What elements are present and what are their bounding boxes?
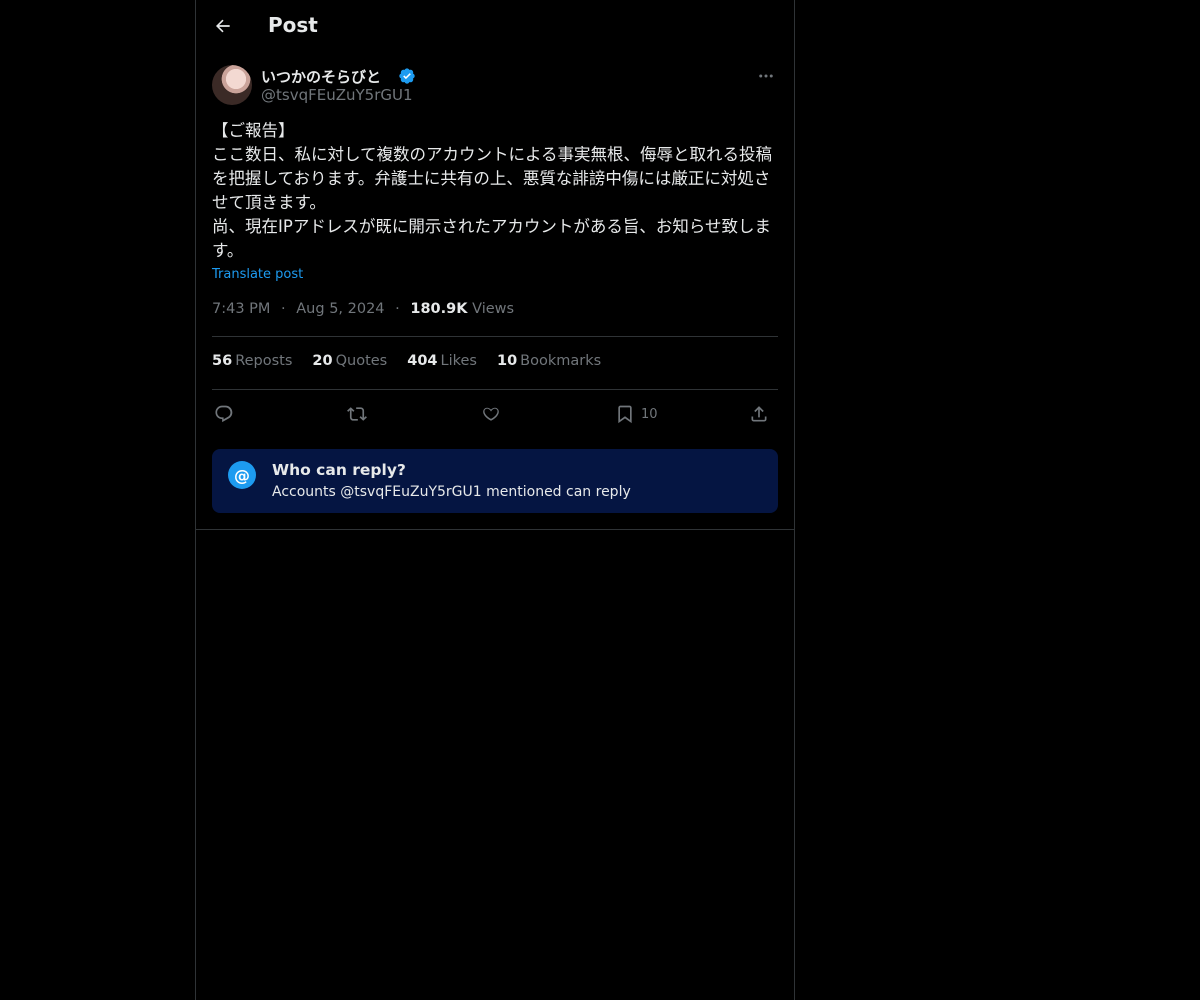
- main-column: Post いつかのそらびと @tsvqFEuZuY5rGU1 【ご報告】 ここ数…: [195, 0, 795, 1000]
- reposts-count: 56: [212, 353, 233, 369]
- author-handle[interactable]: @tsvqFEuZuY5rGU1: [261, 86, 413, 104]
- at-mention-icon: @: [228, 461, 256, 489]
- reply-restriction-subtitle: Accounts @tsvqFEuZuY5rGU1 mentioned can …: [272, 484, 631, 500]
- reposts-stat[interactable]: 56 Reposts: [212, 353, 292, 375]
- reply-button[interactable]: [214, 400, 234, 428]
- post-body-text: 【ご報告】 ここ数日、私に対して複数のアカウントによる事実無根、侮辱と取れる投稿…: [212, 121, 773, 260]
- share-button[interactable]: [749, 400, 769, 428]
- like-button[interactable]: [481, 400, 501, 428]
- post-metadata: 7:43 PM · Aug 5, 2024 · 180.9K Views: [212, 301, 514, 317]
- post-stats: 56 Reposts 20 Quotes 404 Likes 10 Bookmarks: [212, 353, 601, 375]
- quotes-label: Quotes: [335, 353, 388, 369]
- bookmarks-label: Bookmarks: [520, 353, 602, 369]
- heart-icon: [483, 407, 499, 421]
- meta-separator: ·: [395, 301, 400, 317]
- reposts-label: Reposts: [235, 353, 293, 369]
- bookmark-count: 10: [641, 406, 658, 422]
- translate-post-link[interactable]: Translate post: [212, 267, 303, 282]
- post-date[interactable]: Aug 5, 2024: [296, 301, 384, 317]
- reply-icon: [215, 405, 233, 423]
- quotes-count: 20: [312, 353, 333, 369]
- meta-separator: ·: [281, 301, 286, 317]
- page-title: Post: [268, 13, 318, 37]
- bookmark-icon: [618, 405, 632, 424]
- reply-restriction-banner: @ Who can reply? Accounts @tsvqFEuZuY5rG…: [212, 449, 778, 513]
- divider: [212, 336, 778, 337]
- divider: [212, 389, 778, 390]
- back-button[interactable]: [206, 9, 240, 43]
- likes-label: Likes: [440, 353, 477, 369]
- verified-badge-icon: [399, 68, 415, 84]
- action-bar: 10: [212, 400, 778, 428]
- post-author: いつかのそらびと @tsvqFEuZuY5rGU1: [212, 64, 778, 108]
- avatar[interactable]: [212, 65, 252, 105]
- repost-button[interactable]: [347, 400, 367, 428]
- likes-stat[interactable]: 404 Likes: [407, 353, 477, 375]
- bookmarks-stat[interactable]: 10 Bookmarks: [497, 353, 601, 375]
- bookmarks-count: 10: [496, 353, 518, 369]
- post-time[interactable]: 7:43 PM: [212, 301, 270, 317]
- arrow-left-icon: [216, 19, 230, 33]
- views-label: Views: [472, 301, 515, 317]
- more-dots-icon: [759, 74, 773, 78]
- section-divider: [196, 529, 794, 530]
- likes-count: 404: [407, 353, 438, 369]
- share-icon: [751, 406, 767, 422]
- bookmark-button[interactable]: 10: [615, 400, 658, 428]
- page-header: Post: [196, 0, 794, 53]
- repost-icon: [347, 407, 367, 421]
- reply-restriction-title: Who can reply?: [272, 461, 406, 479]
- author-name[interactable]: いつかのそらびと: [261, 66, 381, 87]
- views-count: 180.9K: [410, 301, 468, 317]
- quotes-stat[interactable]: 20 Quotes: [312, 353, 387, 375]
- more-options-button[interactable]: [754, 64, 778, 88]
